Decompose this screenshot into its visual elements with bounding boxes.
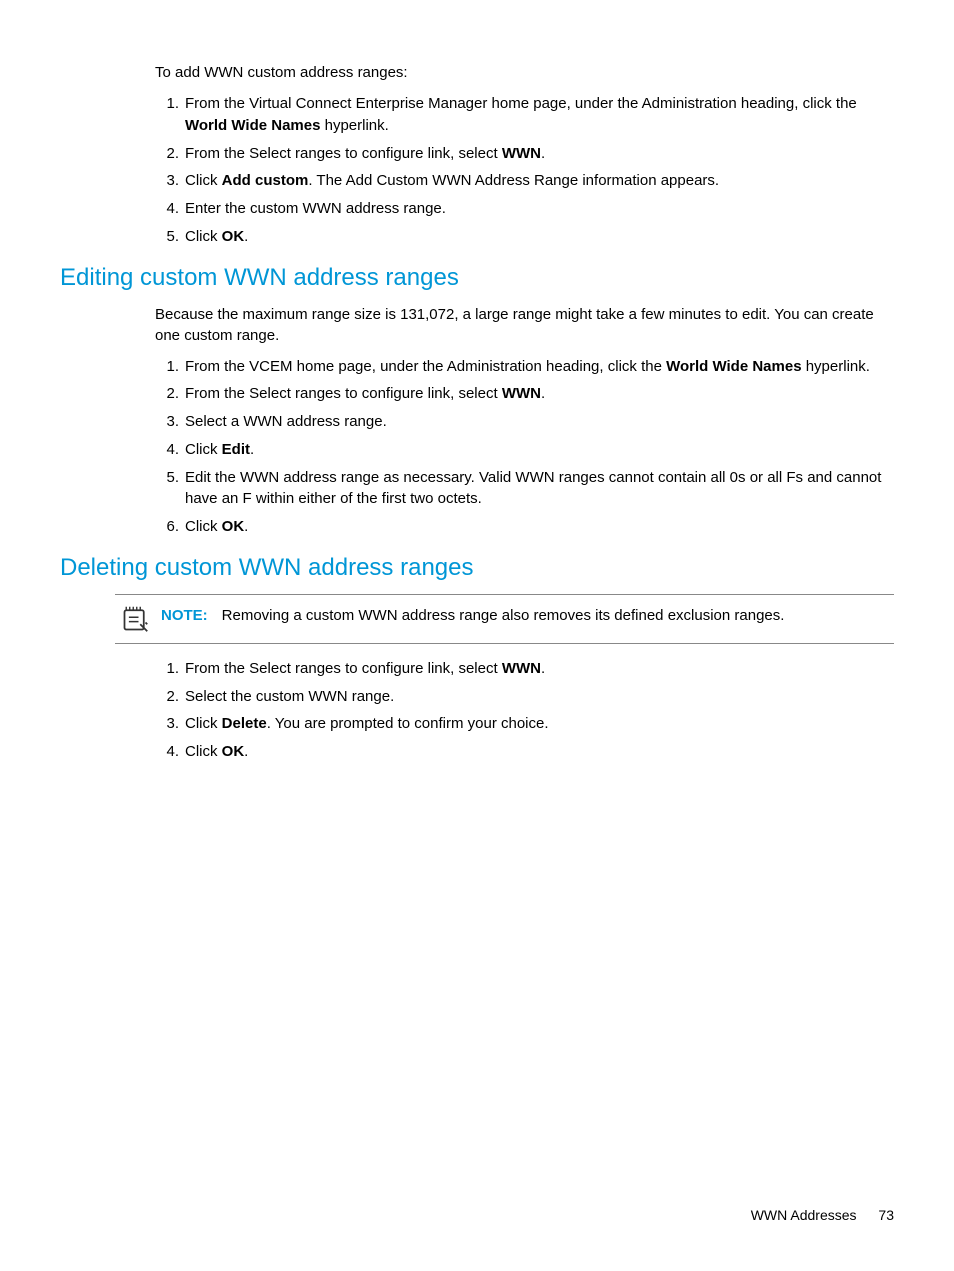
list-item: Click OK. <box>155 741 894 763</box>
step-post: . You are prompted to confirm your choic… <box>267 715 549 732</box>
step-pre: Click <box>185 518 222 535</box>
footer-section: WWN Addresses <box>751 1207 857 1223</box>
editing-lead: Because the maximum range size is 131,07… <box>155 304 894 346</box>
list-item: Select the custom WWN range. <box>155 686 894 708</box>
step-pre: From the Select ranges to configure link… <box>185 145 502 162</box>
step-pre: From the Virtual Connect Enterprise Mana… <box>185 95 857 112</box>
step-post: . <box>250 441 254 458</box>
step-pre: Select a WWN address range. <box>185 413 387 430</box>
step-bold: WWN <box>502 660 541 677</box>
list-item: Enter the custom WWN address range. <box>155 198 894 220</box>
step-pre: Click <box>185 715 222 732</box>
step-pre: Enter the custom WWN address range. <box>185 200 446 217</box>
step-pre: Click <box>185 172 222 189</box>
list-item: From the Select ranges to configure link… <box>155 143 894 165</box>
step-pre: From the Select ranges to configure link… <box>185 385 502 402</box>
footer-page-number: 73 <box>878 1207 894 1223</box>
step-pre: Click <box>185 441 222 458</box>
step-bold: World Wide Names <box>666 358 801 375</box>
editing-heading: Editing custom WWN address ranges <box>60 264 894 292</box>
step-bold: Add custom <box>222 172 309 189</box>
step-bold: OK <box>222 228 245 245</box>
step-pre: Click <box>185 743 222 760</box>
step-post: . <box>541 145 545 162</box>
step-post: hyperlink. <box>802 358 870 375</box>
deleting-heading: Deleting custom WWN address ranges <box>60 554 894 582</box>
step-post: . <box>244 743 248 760</box>
step-post: . <box>244 228 248 245</box>
step-bold: WWN <box>502 385 541 402</box>
list-item: From the Select ranges to configure link… <box>155 383 894 405</box>
step-post: hyperlink. <box>320 117 388 134</box>
list-item: Click Add custom. The Add Custom WWN Add… <box>155 170 894 192</box>
deleting-steps: From the Select ranges to configure link… <box>155 658 894 763</box>
list-item: Click Delete. You are prompted to confir… <box>155 713 894 735</box>
step-bold: OK <box>222 743 245 760</box>
list-item: Click Edit. <box>155 439 894 461</box>
list-item: Click OK. <box>155 226 894 248</box>
step-bold: WWN <box>502 145 541 162</box>
list-item: Click OK. <box>155 516 894 538</box>
step-post: . <box>541 385 545 402</box>
step-pre: Edit the WWN address range as necessary.… <box>185 469 881 508</box>
list-item: Select a WWN address range. <box>155 411 894 433</box>
step-post: . <box>541 660 545 677</box>
list-item: Edit the WWN address range as necessary.… <box>155 467 894 511</box>
step-bold: Delete <box>222 715 267 732</box>
note-text: Removing a custom WWN address range also… <box>222 607 785 624</box>
step-post: . <box>244 518 248 535</box>
list-item: From the VCEM home page, under the Admin… <box>155 356 894 378</box>
list-item: From the Virtual Connect Enterprise Mana… <box>155 93 894 137</box>
step-bold: World Wide Names <box>185 117 320 134</box>
intro-steps: From the Virtual Connect Enterprise Mana… <box>155 93 894 248</box>
intro-lead: To add WWN custom address ranges: <box>155 62 894 83</box>
note-label: NOTE: <box>161 607 208 624</box>
note-icon <box>115 605 155 633</box>
step-post: . The Add Custom WWN Address Range infor… <box>308 172 719 189</box>
note-block: NOTE: Removing a custom WWN address range… <box>115 594 894 644</box>
step-bold: Edit <box>222 441 250 458</box>
page-footer: WWN Addresses 73 <box>751 1207 894 1223</box>
list-item: From the Select ranges to configure link… <box>155 658 894 680</box>
step-pre: Click <box>185 228 222 245</box>
step-pre: Select the custom WWN range. <box>185 688 394 705</box>
editing-steps: From the VCEM home page, under the Admin… <box>155 356 894 538</box>
step-bold: OK <box>222 518 245 535</box>
step-pre: From the Select ranges to configure link… <box>185 660 502 677</box>
step-pre: From the VCEM home page, under the Admin… <box>185 358 666 375</box>
